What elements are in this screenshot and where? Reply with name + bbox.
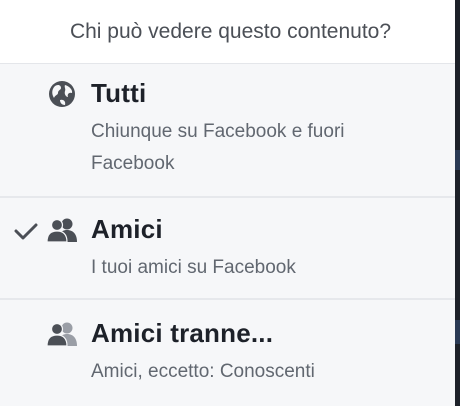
audience-option-description: Amici, eccetto: Conoscenti <box>91 361 315 382</box>
friends-except-icon <box>46 322 77 347</box>
audience-option-description: I tuoi amici su Facebook <box>91 257 296 278</box>
audience-option-public[interactable]: Tutti Chiunque su Facebook e fuori Faceb… <box>0 64 455 196</box>
checkmark-icon <box>14 223 38 240</box>
audience-selector-menu: Chi può vedere questo contenuto? Tutti C… <box>0 0 455 406</box>
audience-option-description: Chiunque su Facebook e fuori Facebook <box>91 121 345 174</box>
audience-option-title: Tutti <box>91 78 147 108</box>
globe-icon <box>49 81 75 107</box>
friends-icon <box>46 218 77 243</box>
menu-header-title: Chi può vedere questo contenuto? <box>69 19 392 43</box>
audience-option-friends-except[interactable]: Amici tranne... Amici, eccetto: Conoscen… <box>0 300 455 406</box>
audience-option-title: Amici tranne... <box>91 318 274 348</box>
background-edge <box>455 0 460 406</box>
menu-header: Chi può vedere questo contenuto? <box>0 0 455 64</box>
audience-option-friends[interactable]: Amici I tuoi amici su Facebook <box>0 198 455 298</box>
audience-option-title: Amici <box>91 214 163 244</box>
